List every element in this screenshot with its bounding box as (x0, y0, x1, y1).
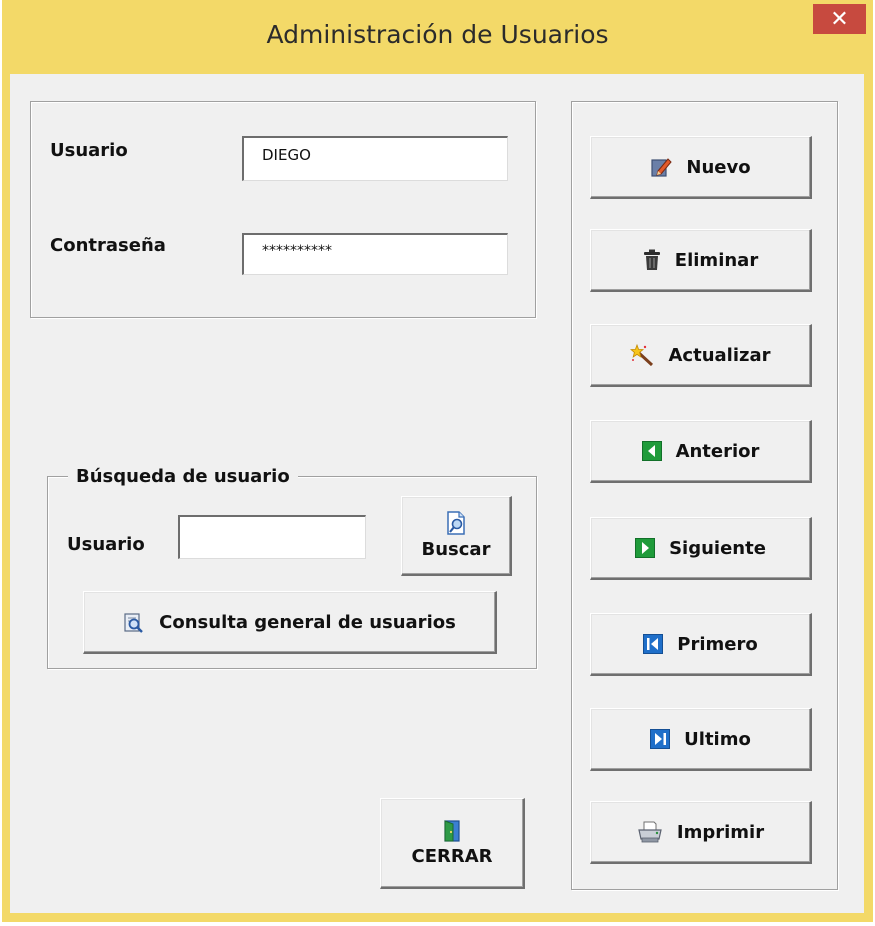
title-bar: Administración de Usuarios ✕ (2, 0, 873, 74)
previous-button[interactable]: Anterior (590, 420, 812, 483)
magic-wand-icon (630, 344, 654, 366)
printer-icon (637, 821, 663, 843)
window-title: Administración de Usuarios (266, 20, 609, 49)
search-doc-icon (445, 511, 467, 535)
last-button-label: Ultimo (684, 728, 751, 750)
arrow-left-icon (641, 441, 662, 461)
previous-button-label: Anterior (675, 440, 760, 462)
exit-door-icon (443, 819, 461, 842)
search-group-title: Búsqueda de usuario (68, 466, 298, 487)
search-user-label: Usuario (67, 534, 145, 555)
close-window-button[interactable]: ✕ (813, 4, 866, 34)
user-label: Usuario (50, 140, 128, 161)
search-button[interactable]: Buscar (401, 496, 512, 576)
update-button-label: Actualizar (668, 344, 771, 366)
first-icon (643, 634, 664, 654)
cerrar-label: CERRAR (411, 845, 493, 867)
delete-button-label: Eliminar (674, 249, 759, 271)
user-field[interactable]: DIEGO (242, 136, 508, 181)
delete-button[interactable]: Eliminar (590, 229, 812, 292)
app-window: Administración de Usuarios ✕ Usuario DIE… (2, 0, 873, 922)
last-icon (650, 729, 671, 749)
general-query-button[interactable]: Consulta general de usuarios (83, 591, 497, 654)
next-button-label: Siguiente (669, 537, 766, 559)
print-button[interactable]: Imprimir (590, 801, 812, 864)
new-button-label: Nuevo (686, 156, 751, 178)
general-query-label: Consulta general de usuarios (159, 611, 456, 633)
query-icon (123, 611, 145, 633)
password-field[interactable]: ********** (242, 233, 508, 275)
edit-icon (650, 156, 673, 178)
print-button-label: Imprimir (676, 821, 765, 843)
password-label: Contraseña (50, 235, 166, 256)
search-user-input[interactable] (178, 515, 366, 559)
last-button[interactable]: Ultimo (590, 708, 812, 771)
actions-frame (571, 101, 838, 890)
update-button[interactable]: Actualizar (590, 324, 812, 387)
first-button-label: Primero (677, 633, 758, 655)
next-button[interactable]: Siguiente (590, 517, 812, 580)
cerrar-button[interactable]: CERRAR (380, 798, 525, 889)
search-button-label: Buscar (421, 539, 491, 560)
client-area: Usuario DIEGO Contraseña ********** Búsq… (10, 74, 864, 913)
first-button[interactable]: Primero (590, 613, 812, 676)
trash-icon (643, 249, 661, 271)
new-button[interactable]: Nuevo (590, 136, 812, 199)
credentials-frame (30, 101, 536, 318)
arrow-right-icon (635, 538, 656, 558)
